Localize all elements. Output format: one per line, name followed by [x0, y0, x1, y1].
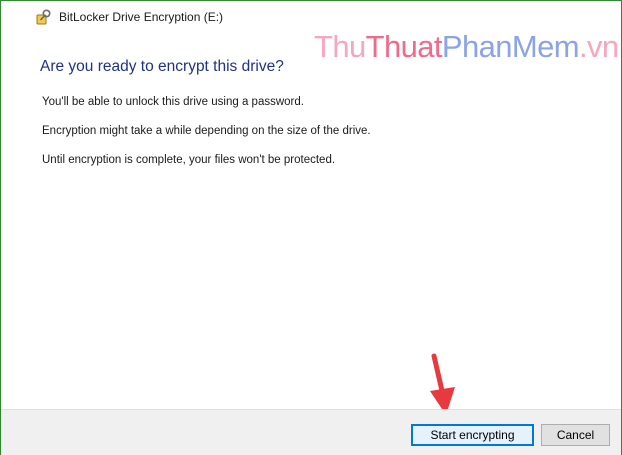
cancel-button[interactable]: Cancel	[541, 424, 610, 446]
start-encrypting-button[interactable]: Start encrypting	[411, 424, 534, 446]
info-paragraph: Encryption might take a while depending …	[42, 125, 371, 137]
info-paragraph: You'll be able to unlock this drive usin…	[42, 96, 304, 108]
watermark-logo: ThuThuatPhanMem.vn	[314, 29, 619, 65]
dialog-heading: Are you ready to encrypt this drive?	[40, 58, 284, 75]
watermark-part-1: Thu	[314, 29, 366, 64]
dialog-footer: Start encrypting Cancel	[1, 409, 621, 455]
info-paragraph: Until encryption is complete, your files…	[42, 154, 336, 166]
bitlocker-window: BitLocker Drive Encryption (E:) ThuThuat…	[0, 0, 622, 455]
watermark-part-4: .vn	[579, 29, 619, 64]
watermark-part-3: PhanMem	[441, 29, 580, 64]
bitlocker-key-icon	[36, 9, 51, 25]
window-title: BitLocker Drive Encryption (E:)	[59, 10, 224, 24]
watermark-part-2: Thuat	[365, 29, 443, 64]
